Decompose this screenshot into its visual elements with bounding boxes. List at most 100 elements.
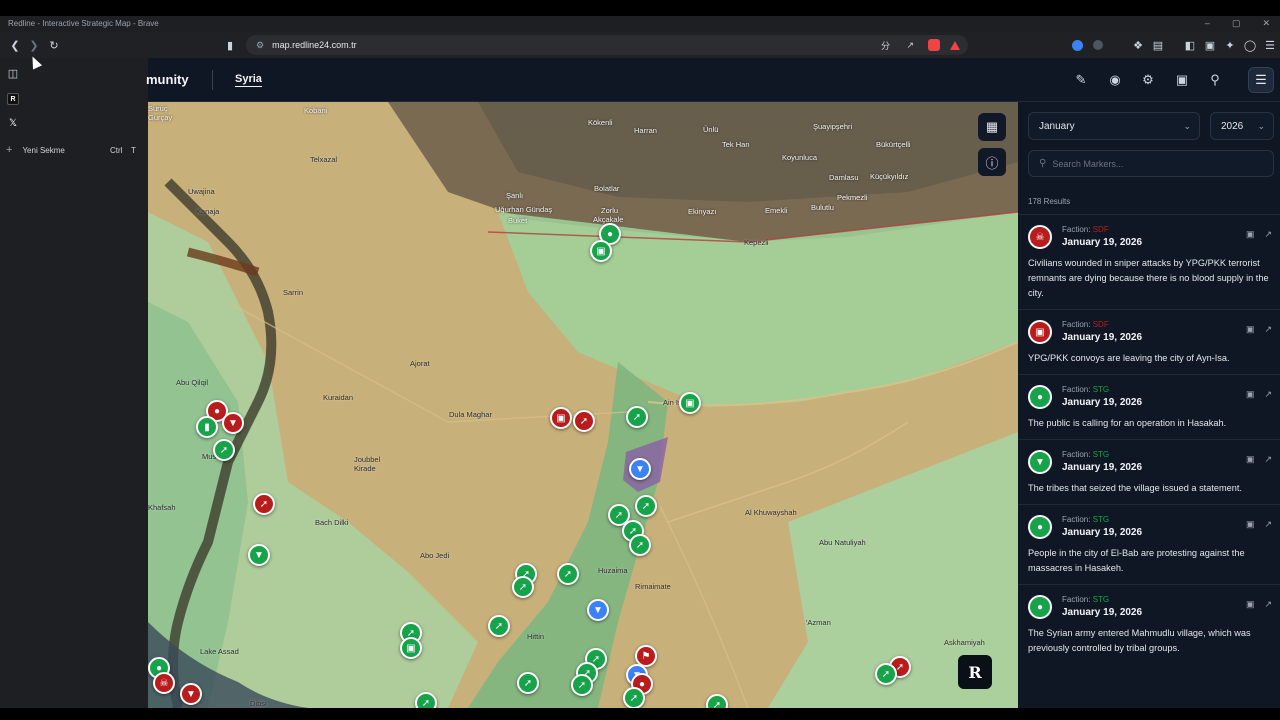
event-card[interactable]: ● Faction: STG January 19, 2026 ▣ ↗ The publi… (1018, 374, 1280, 439)
external-link-icon[interactable]: ↗ (1264, 229, 1272, 240)
extension-icon[interactable] (1072, 40, 1083, 51)
skull-marker[interactable]: ☠ (153, 672, 175, 694)
truck-marker[interactable]: ▣ (590, 240, 612, 262)
sidebar-toggle-icon[interactable]: ◧ (1182, 37, 1198, 53)
rifle-marker[interactable]: ➚ (573, 410, 595, 432)
video-icon[interactable]: ▣ (1246, 229, 1255, 240)
close-window-button[interactable]: ✕ (1262, 18, 1270, 29)
rifle-marker[interactable]: ➚ (557, 563, 579, 585)
rifle-marker[interactable]: ➚ (629, 534, 651, 556)
event-text: Civilians wounded in sniper attacks by Y… (1028, 258, 1269, 298)
redline-tab-icon[interactable]: R (7, 93, 19, 105)
megaphone-marker[interactable]: ▼ (180, 683, 202, 705)
rifle-marker[interactable]: ➚ (635, 495, 657, 517)
pen-icon[interactable]: ✎ (1072, 71, 1090, 89)
megaphone-marker[interactable]: ▼ (587, 599, 609, 621)
truck-marker[interactable]: ▣ (679, 392, 701, 414)
site-info-icon[interactable]: ⚙ (256, 40, 264, 51)
external-link-icon[interactable]: ↗ (1264, 454, 1272, 465)
rifle-marker[interactable]: ➚ (875, 663, 897, 685)
megaphone-marker[interactable]: ▼ (629, 458, 651, 480)
skull-icon: ☠ (1028, 225, 1052, 249)
event-date: January 19, 2026 (1062, 397, 1143, 408)
tab-panel-icon[interactable]: ◫ (5, 65, 21, 81)
map-layers-button[interactable]: ▦ (978, 113, 1006, 141)
truck-marker[interactable]: ▣ (550, 407, 572, 429)
reload-icon[interactable]: ↻ (46, 37, 62, 53)
puzzle-icon[interactable]: ❖ (1130, 37, 1146, 53)
address-bar[interactable]: ⚙ map.redline24.com.tr 分 ↗ (246, 35, 968, 55)
event-card[interactable]: ▣ Faction: SDF January 19, 2026 ▣ ↗ YPG/PKK c… (1018, 309, 1280, 374)
map-label: Joubbel Kirade (354, 455, 381, 473)
rifle-marker[interactable]: ➚ (213, 439, 235, 461)
map-canvas[interactable]: Kobani Suruç Gurçay Harran Ünlü Kökenli … (148, 102, 1018, 708)
video-icon[interactable]: ▣ (1246, 599, 1255, 610)
menu-button[interactable]: ☰ (1248, 67, 1274, 93)
browser-menu-icon[interactable]: ☰ (1262, 37, 1278, 53)
wallet-icon[interactable]: ▣ (1202, 37, 1218, 53)
rifle-marker[interactable]: ➚ (623, 687, 645, 708)
event-card[interactable]: ☠ Faction: SDF January 19, 2026 ▣ ↗ Civilians… (1018, 214, 1280, 309)
map-label: Lake Assad (200, 647, 239, 656)
rifle-marker[interactable]: ➚ (415, 692, 437, 708)
external-link-icon[interactable]: ↗ (1264, 519, 1272, 530)
download-icon[interactable]: ▤ (1150, 37, 1166, 53)
forward-icon[interactable]: ❯ (26, 37, 42, 53)
new-tab-label: Yeni Sekme (22, 145, 65, 155)
video-icon[interactable]: ▣ (1246, 389, 1255, 400)
shortcut-key: T (131, 145, 136, 155)
search-input[interactable] (1052, 158, 1253, 169)
rifle-marker[interactable]: ➚ (626, 406, 648, 428)
extension-icon[interactable] (1093, 40, 1103, 50)
truck-marker[interactable]: ▣ (400, 637, 422, 659)
event-card[interactable]: ▼ Faction: STG January 19, 2026 ▣ ↗ The tribe… (1018, 439, 1280, 504)
share-icon[interactable]: ↗ (906, 40, 914, 51)
people-icon: ● (1028, 385, 1052, 409)
new-tab-button[interactable]: + Yeni Sekme Ctrl T (6, 141, 146, 159)
event-card[interactable]: ● Faction: STG January 19, 2026 ▣ ↗ People in… (1018, 504, 1280, 584)
settings-icon[interactable]: ⚙ (1139, 71, 1157, 89)
tab-syria[interactable]: Syria (235, 73, 262, 87)
pin-icon[interactable]: ◉ (1106, 71, 1124, 89)
month-select[interactable]: January ⌄ (1028, 112, 1200, 140)
rifle-marker[interactable]: ➚ (253, 493, 275, 515)
megaphone-marker[interactable]: ▼ (248, 544, 270, 566)
rifle-marker[interactable]: ➚ (488, 615, 510, 637)
map-label: Uğurhan Gündaş (495, 205, 553, 214)
event-text: People in the city of El-Bab are protest… (1028, 548, 1245, 573)
rifle-marker[interactable]: ➚ (517, 672, 539, 694)
brave-shields-icon[interactable] (928, 39, 940, 51)
maximize-button[interactable]: ▢ (1232, 18, 1241, 29)
leo-icon[interactable]: ✦ (1222, 37, 1238, 53)
event-date: January 19, 2026 (1062, 527, 1143, 538)
brave-rewards-icon[interactable] (950, 40, 960, 50)
map-label: Kobani (304, 106, 328, 115)
video-icon[interactable]: ▣ (1246, 324, 1255, 335)
external-link-icon[interactable]: ↗ (1264, 324, 1272, 335)
header-divider (212, 70, 213, 90)
external-link-icon[interactable]: ↗ (1264, 389, 1272, 400)
external-link-icon[interactable]: ↗ (1264, 599, 1272, 610)
video-icon[interactable]: ▣ (1246, 519, 1255, 530)
back-icon[interactable]: ❮ (7, 37, 23, 53)
x-tab-icon[interactable]: 𝕏 (7, 117, 19, 129)
megaphone-marker[interactable]: ▼ (222, 412, 244, 434)
vpn-icon[interactable]: ◯ (1242, 37, 1258, 53)
map-label: Rimaimate (635, 582, 671, 591)
event-date: January 19, 2026 (1062, 332, 1143, 343)
rifle-marker[interactable]: ➚ (512, 576, 534, 598)
event-card[interactable]: ● Faction: STG January 19, 2026 ▣ ↗ The Syria… (1018, 584, 1280, 664)
marker-search[interactable]: ⚲ (1028, 150, 1274, 177)
year-select[interactable]: 2026 ⌄ (1210, 112, 1274, 140)
minimize-button[interactable]: – (1205, 18, 1210, 29)
video-icon[interactable]: ▣ (1246, 454, 1255, 465)
event-text: The Syrian army entered Mahmudlu village… (1028, 628, 1251, 653)
rifle-marker[interactable]: ➚ (571, 674, 593, 696)
translate-icon[interactable]: 分 (881, 39, 890, 52)
url-text[interactable]: map.redline24.com.tr (272, 40, 357, 50)
bookmark-icon[interactable]: ▮ (222, 37, 238, 53)
bottle-marker[interactable]: ▮ (196, 416, 218, 438)
search-icon[interactable]: ⚲ (1206, 71, 1224, 89)
camera-icon[interactable]: ▣ (1173, 71, 1191, 89)
map-info-button[interactable]: ⓘ (978, 148, 1006, 176)
